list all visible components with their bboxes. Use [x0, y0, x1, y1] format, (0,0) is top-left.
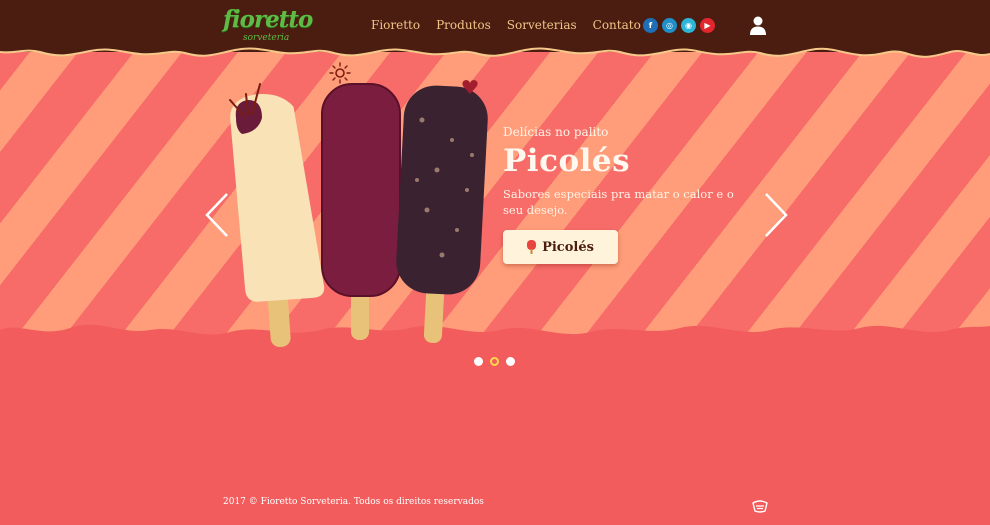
popsicles-image [230, 83, 488, 348]
nav-item-produtos[interactable]: Produtos [436, 18, 491, 32]
carousel-indicators [474, 357, 522, 366]
burst-lines-doodle [229, 83, 261, 117]
agency-logo-icon[interactable] [752, 499, 768, 513]
picoles-button-label: Picolés [542, 239, 594, 255]
chevron-right-icon[interactable] [762, 192, 790, 238]
chocolate-drip [0, 40, 990, 58]
nav-item-fioretto[interactable]: Fioretto [371, 18, 420, 32]
carousel-dot-3[interactable] [506, 357, 515, 366]
social-links: f ◎ ◉ ▶ [643, 18, 719, 33]
hero-title: Picolés [503, 143, 631, 179]
youtube-icon[interactable]: ▶ [700, 18, 715, 33]
nav-item-sorveterias[interactable]: Sorveterias [507, 18, 577, 32]
nav-item-contato[interactable]: Contato [593, 18, 641, 32]
carousel-dot-1[interactable] [474, 357, 483, 366]
user-icon[interactable] [749, 16, 767, 35]
main-nav: Fioretto Produtos Sorveterias Contato [371, 18, 657, 32]
logo-wordmark: fioretto [223, 6, 313, 33]
carousel-dot-2[interactable] [490, 357, 499, 366]
picoles-button[interactable]: Picolés [503, 230, 618, 264]
hero-content: Delícias no palito Picolés Sabores espec… [503, 125, 743, 264]
logo[interactable]: fioretto sorveteria [223, 6, 313, 44]
chevron-left-icon[interactable] [203, 192, 231, 238]
heart-doodle [462, 80, 478, 94]
hero-description: Sabores especiais pra matar o calor e o … [503, 187, 734, 217]
hero-subtitle: Delícias no palito [503, 125, 609, 139]
tripadvisor-icon[interactable]: ◉ [681, 18, 696, 33]
facebook-icon[interactable]: f [643, 18, 658, 33]
popsicle-icon [527, 240, 537, 254]
footer-copyright: 2017 © Fioretto Sorveteria. Todos os dir… [223, 497, 484, 507]
instagram-icon[interactable]: ◎ [662, 18, 677, 33]
